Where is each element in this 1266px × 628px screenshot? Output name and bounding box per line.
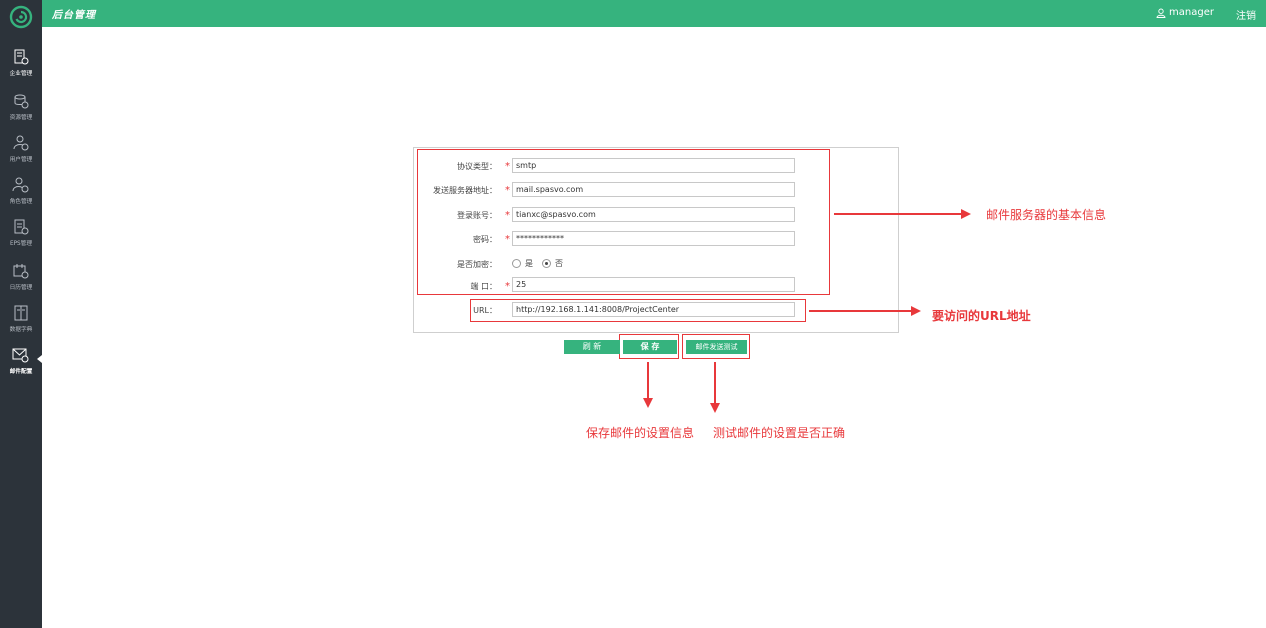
- required-mark: *: [505, 185, 510, 196]
- user-menu[interactable]: manager: [1156, 7, 1214, 18]
- encrypt-label: 是否加密：: [457, 260, 497, 269]
- sidebar-item-label: 企业管理: [9, 70, 33, 77]
- sidebar-item-label: 日历管理: [9, 284, 33, 291]
- encrypt-no-radio[interactable]: [542, 259, 551, 268]
- encrypt-yes-radio[interactable]: [512, 259, 521, 268]
- protocol-input[interactable]: [512, 158, 795, 173]
- required-mark: *: [505, 281, 510, 292]
- mail-config-icon: [12, 348, 29, 363]
- sidebar-item-resource[interactable]: 资源管理: [0, 92, 42, 132]
- sidebar-item-label: 角色管理: [9, 198, 33, 205]
- url-info-arrow: [809, 306, 921, 316]
- app-window: 后台管理 manager 注销 企业管理 资源管理 用户管理 角色管理 EPS管…: [0, 0, 1266, 628]
- user-icon: [1156, 8, 1166, 18]
- url-input[interactable]: [512, 302, 795, 317]
- eps-icon: [14, 219, 29, 235]
- mail-test-button[interactable]: 邮件发送测试: [686, 340, 747, 354]
- sidebar: 企业管理 资源管理 用户管理 角色管理 EPS管理 日历管理 数据字典 邮件配置: [0, 0, 42, 628]
- sidebar-item-label: EPS管理: [9, 240, 33, 247]
- required-mark: *: [505, 210, 510, 221]
- password-input[interactable]: [512, 231, 795, 246]
- sidebar-item-enterprise[interactable]: 企业管理: [0, 48, 42, 88]
- save-info-annotation: 保存邮件的设置信息: [586, 426, 695, 440]
- url-info-annotation: 要访问的URL地址: [932, 309, 1031, 323]
- sidebar-item-dictionary[interactable]: 数据字典: [0, 304, 42, 344]
- save-button[interactable]: 保 存: [623, 340, 677, 354]
- required-mark: *: [505, 161, 510, 172]
- test-info-annotation: 测试邮件的设置是否正确: [713, 426, 846, 440]
- password-label: 密码：: [473, 235, 497, 244]
- encrypt-no-label: 否: [555, 259, 563, 268]
- server-input[interactable]: [512, 182, 795, 197]
- port-input[interactable]: [512, 277, 795, 292]
- test-info-arrow: [710, 362, 720, 413]
- sidebar-item-role[interactable]: 角色管理: [0, 176, 42, 216]
- resource-icon: [14, 94, 29, 109]
- dictionary-icon: [14, 305, 28, 321]
- sidebar-item-label: 邮件配置: [9, 368, 33, 375]
- enterprise-icon: [14, 49, 29, 65]
- sidebar-item-eps[interactable]: EPS管理: [0, 218, 42, 258]
- logout-link[interactable]: 注销: [1236, 7, 1256, 22]
- encrypt-yes-label: 是: [525, 259, 533, 268]
- sidebar-item-user[interactable]: 用户管理: [0, 134, 42, 174]
- account-input[interactable]: [512, 207, 795, 222]
- role-icon: [12, 177, 29, 193]
- account-label: 登录账号：: [457, 211, 497, 220]
- sidebar-item-label: 用户管理: [9, 156, 33, 163]
- user-icon: [13, 135, 29, 151]
- active-indicator: [37, 355, 42, 363]
- app-title: 后台管理: [52, 10, 96, 21]
- sidebar-item-label: 数据字典: [9, 326, 33, 333]
- server-info-annotation: 邮件服务器的基本信息: [986, 208, 1107, 222]
- sidebar-item-calendar[interactable]: 日历管理: [0, 262, 42, 302]
- server-label: 发送服务器地址：: [433, 186, 497, 195]
- calendar-icon: [13, 264, 29, 279]
- refresh-button[interactable]: 刷 新: [564, 340, 620, 354]
- server-info-arrow: [834, 209, 971, 219]
- port-label: 端 口：: [470, 282, 497, 291]
- sidebar-item-mail-config[interactable]: 邮件配置: [0, 346, 42, 386]
- sidebar-item-label: 资源管理: [9, 114, 33, 121]
- top-bar: 后台管理 manager 注销: [0, 0, 1266, 27]
- required-mark: *: [505, 234, 510, 245]
- url-label: URL：: [473, 306, 497, 315]
- save-info-arrow: [643, 362, 653, 408]
- username: manager: [1169, 7, 1214, 18]
- encrypt-radio-group: 是 否: [512, 258, 563, 269]
- protocol-label: 协议类型：: [457, 162, 497, 171]
- logo-icon: [9, 5, 33, 29]
